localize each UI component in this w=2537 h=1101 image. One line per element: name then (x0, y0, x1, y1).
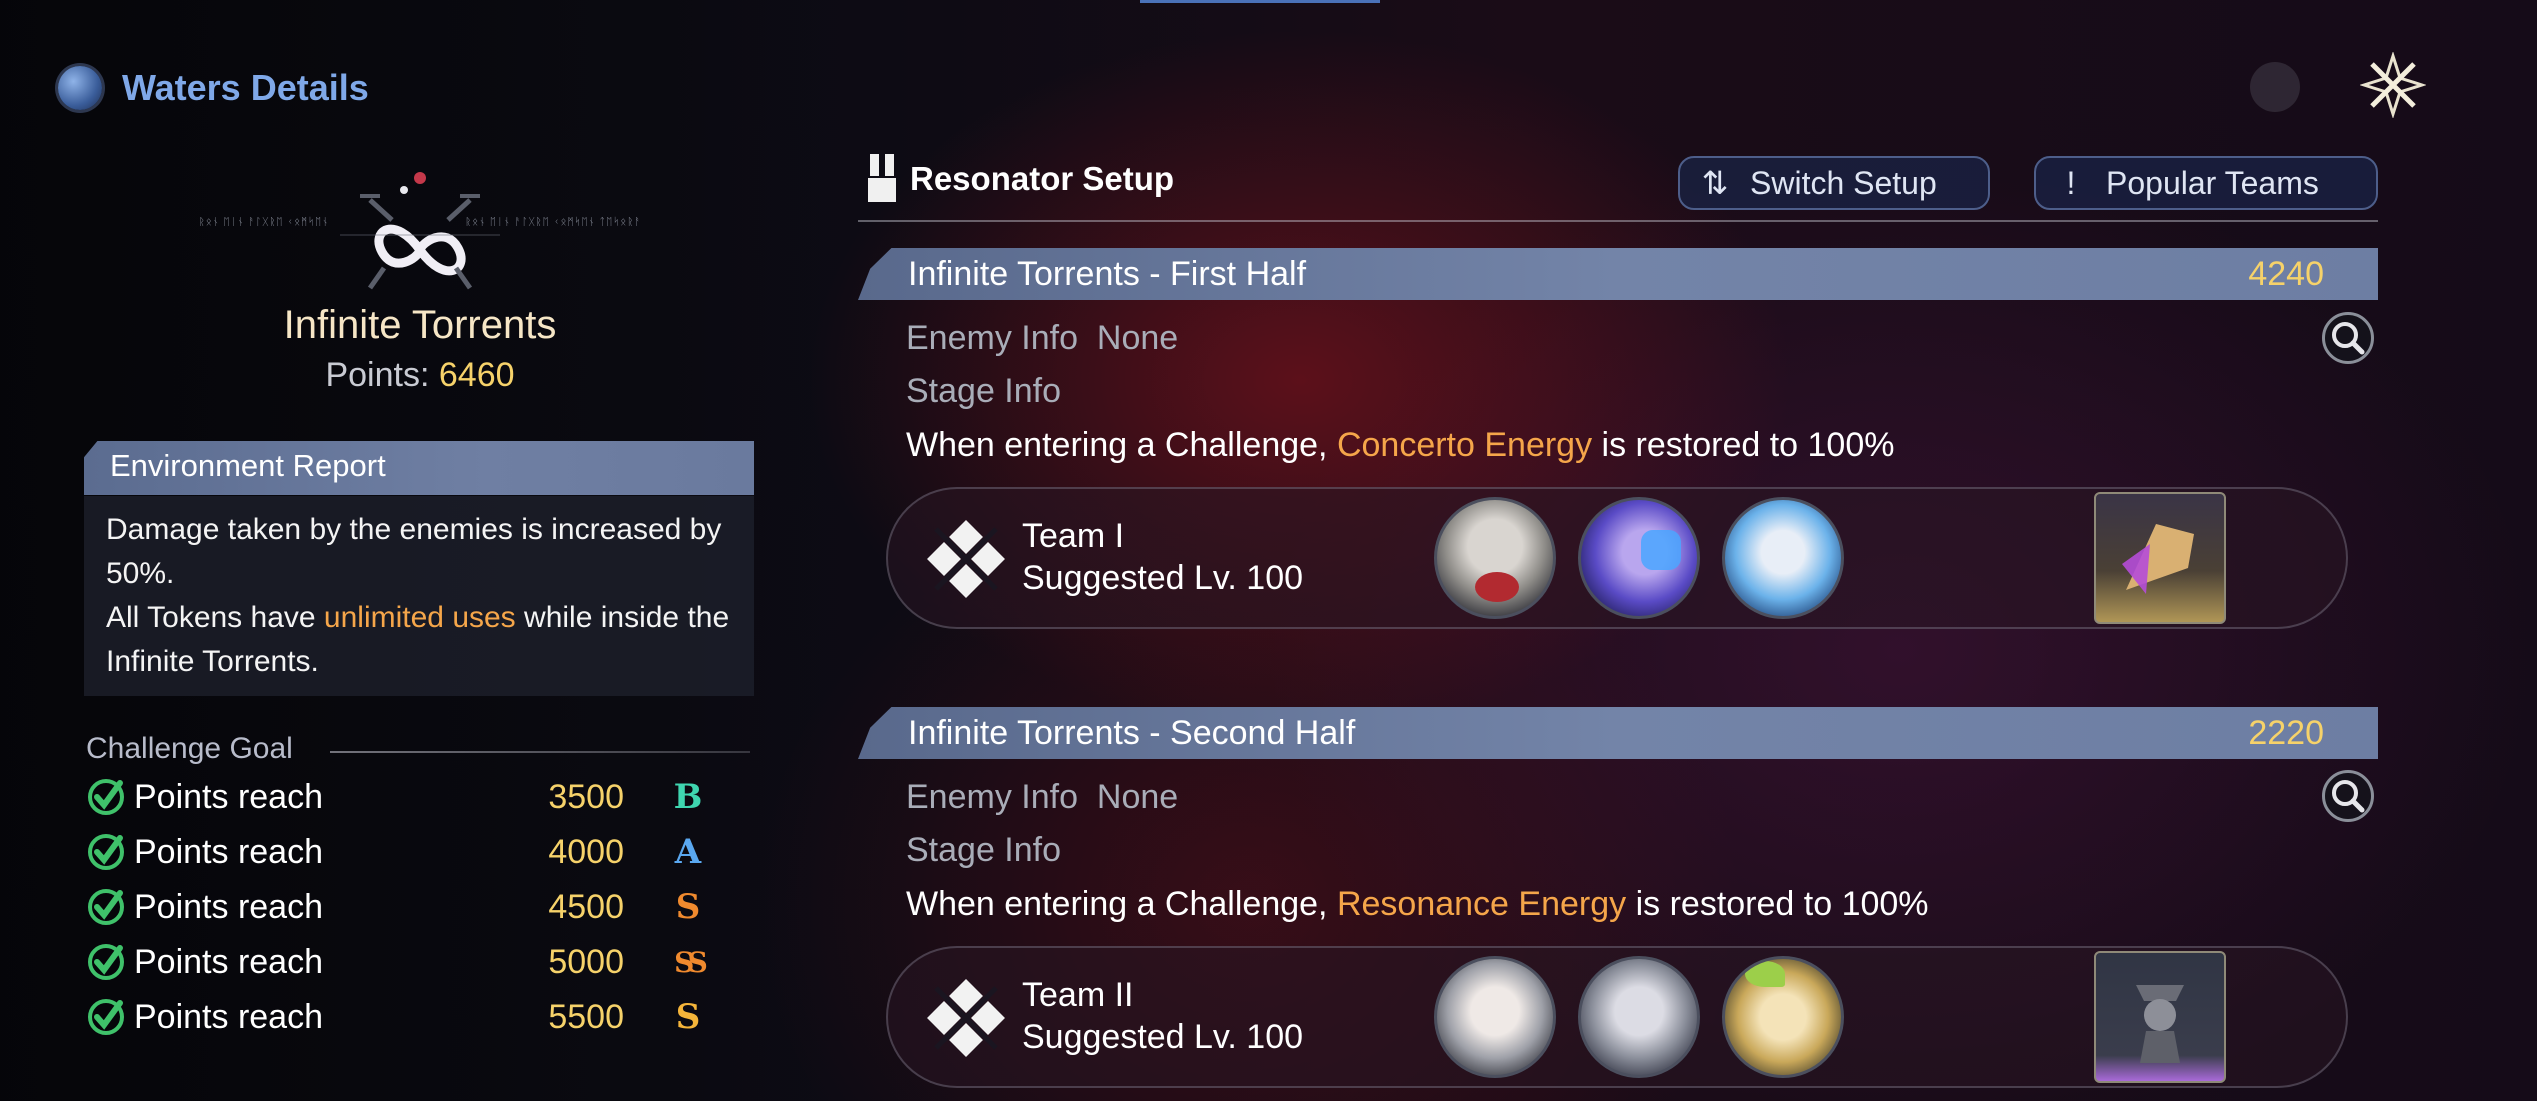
enemy-info-label: Enemy Info (906, 319, 1078, 357)
check-icon (88, 779, 124, 815)
enemy-info-value: None (1096, 778, 1179, 816)
goal-row: Points reach 3500 B (86, 772, 746, 822)
resonator-avatar[interactable] (1722, 497, 1844, 619)
rank-s-icon: S (675, 887, 701, 927)
enemy-search-button[interactable] (2322, 312, 2374, 364)
resonator-avatar[interactable] (1578, 956, 1700, 1078)
enemy-search-button[interactable] (2322, 770, 2374, 822)
check-icon (88, 944, 124, 980)
environment-report-title: Environment Report (110, 448, 386, 483)
search-icon (2332, 322, 2365, 355)
goal-row: Points reach 5500 S (86, 992, 746, 1042)
page-title: Waters Details (122, 67, 369, 108)
goal-value: 4000 (548, 832, 624, 871)
exclamation-icon: ! (2066, 164, 2076, 201)
team-name: Team I (1022, 517, 1125, 555)
env-text-highlight: unlimited uses (323, 601, 516, 634)
rank-sss-icon: S (675, 997, 701, 1037)
waters-globe-icon (58, 66, 102, 110)
env-text-pre: All Tokens have (106, 601, 324, 634)
popular-teams-button[interactable]: ! Popular Teams (2034, 156, 2378, 210)
first-half-title: Infinite Torrents - First Half (908, 255, 1307, 293)
environment-line-1: Damage taken by the enemies is increased… (106, 513, 722, 590)
setup-divider (858, 220, 2378, 222)
goal-row: Points reach 5000 SS (86, 937, 746, 987)
check-icon (88, 889, 124, 925)
rank-ss-icon: SS (674, 945, 708, 979)
resonator-avatar[interactable] (1722, 956, 1844, 1078)
goal-label: Points reach (134, 832, 323, 871)
switch-arrows-icon: ⇅ (1701, 165, 1729, 201)
goal-row: Points reach 4000 A (86, 827, 746, 877)
first-half-score: 4240 (2248, 255, 2324, 293)
goal-value: 5000 (548, 942, 624, 981)
page-header: Waters Details (58, 66, 369, 110)
enemy-info: Enemy Info None (906, 778, 1178, 817)
goal-label: Points reach (134, 887, 323, 926)
team-card[interactable]: Team I Suggested Lv. 100 (886, 487, 2348, 629)
top-tab-indicator (1140, 0, 1380, 3)
points-value: 6460 (438, 356, 515, 394)
team-suggested-level: Suggested Lv. 100 (1022, 1018, 1304, 1056)
resonator-avatar[interactable] (1434, 497, 1556, 619)
team-emblem-icon (927, 520, 1005, 598)
echo-slot[interactable] (2094, 492, 2226, 624)
faded-background-icon (2250, 62, 2300, 112)
goal-value: 5500 (548, 997, 624, 1036)
team-emblem-icon (927, 979, 1005, 1057)
team-name: Team II (1022, 976, 1134, 1014)
echo-icon (2136, 985, 2184, 1063)
environment-line-2: All Tokens have unlimited uses while ins… (106, 596, 746, 684)
popular-teams-label: Popular Teams (2106, 164, 2319, 201)
goal-value: 3500 (548, 777, 624, 816)
check-icon (88, 999, 124, 1035)
goal-label: Points reach (134, 942, 323, 981)
team-suggested-level: Suggested Lv. 100 (1022, 559, 1304, 597)
stage-text-pre: When entering a Challenge, (906, 426, 1337, 464)
stage-info-text: When entering a Challenge, Resonance Ene… (906, 885, 1929, 924)
points-label: Points: (325, 356, 430, 394)
switch-setup-label: Switch Setup (1750, 164, 1937, 201)
echo-slot[interactable] (2094, 951, 2226, 1083)
goal-label: Points reach (134, 997, 323, 1036)
resonator-avatar[interactable] (1578, 497, 1700, 619)
stage-emblem-icon (340, 172, 500, 290)
enemy-info-label: Enemy Info (906, 778, 1078, 816)
goal-label: Points reach (134, 777, 323, 816)
stage-name: Infinite Torrents (283, 303, 557, 347)
stage-info-label: Stage Info (906, 831, 1062, 869)
stage-points: Points: 6460 (0, 356, 840, 395)
second-half-title: Infinite Torrents - Second Half (908, 714, 1356, 752)
search-icon (2332, 780, 2365, 813)
rank-a-icon: A (674, 832, 702, 872)
resonator-avatar[interactable] (1434, 956, 1556, 1078)
second-half-score: 2220 (2248, 714, 2324, 752)
stage-text-highlight: Concerto Energy (1336, 426, 1593, 464)
rank-b-icon: B (673, 777, 703, 817)
emblem-inscription: ᚱᛟᚾ ᛖᛁᚾ ᚨᛚᚷᚱᛖ ᚲᛟᛗᛋᛖᚾ ᚱᛟᚾ ᛖᛁᚾ ᚨᛚᚷᚱᛖ ᚲᛟᛗᛋᛖ… (198, 217, 642, 228)
challenge-goal-divider (330, 751, 750, 753)
check-icon (88, 834, 124, 870)
goal-row: Points reach 4500 S (86, 882, 746, 932)
enemy-info: Enemy Info None (906, 319, 1178, 358)
echo-icon (2122, 524, 2194, 594)
resonator-setup-title: Resonator Setup (910, 160, 1175, 197)
stage-text-pre: When entering a Challenge, (906, 885, 1337, 923)
stage-text-post: is restored to 100% (1626, 885, 1929, 923)
stage-info-label: Stage Info (906, 372, 1062, 410)
goal-value: 4500 (548, 887, 624, 926)
stage-info-text: When entering a Challenge, Concerto Ener… (906, 426, 1894, 465)
environment-report-text: Damage taken by the enemies is increased… (106, 508, 746, 684)
team-card[interactable]: Team II Suggested Lv. 100 (886, 946, 2348, 1088)
close-icon[interactable] (2360, 52, 2426, 118)
challenge-goal-title: Challenge Goal (86, 732, 293, 765)
stage-text-post: is restored to 100% (1592, 426, 1895, 464)
switch-setup-button[interactable]: ⇅ Switch Setup (1678, 156, 1990, 210)
stage-text-highlight: Resonance Energy (1336, 885, 1627, 923)
resonator-setup-icon (868, 154, 896, 202)
enemy-info-value: None (1096, 319, 1179, 357)
